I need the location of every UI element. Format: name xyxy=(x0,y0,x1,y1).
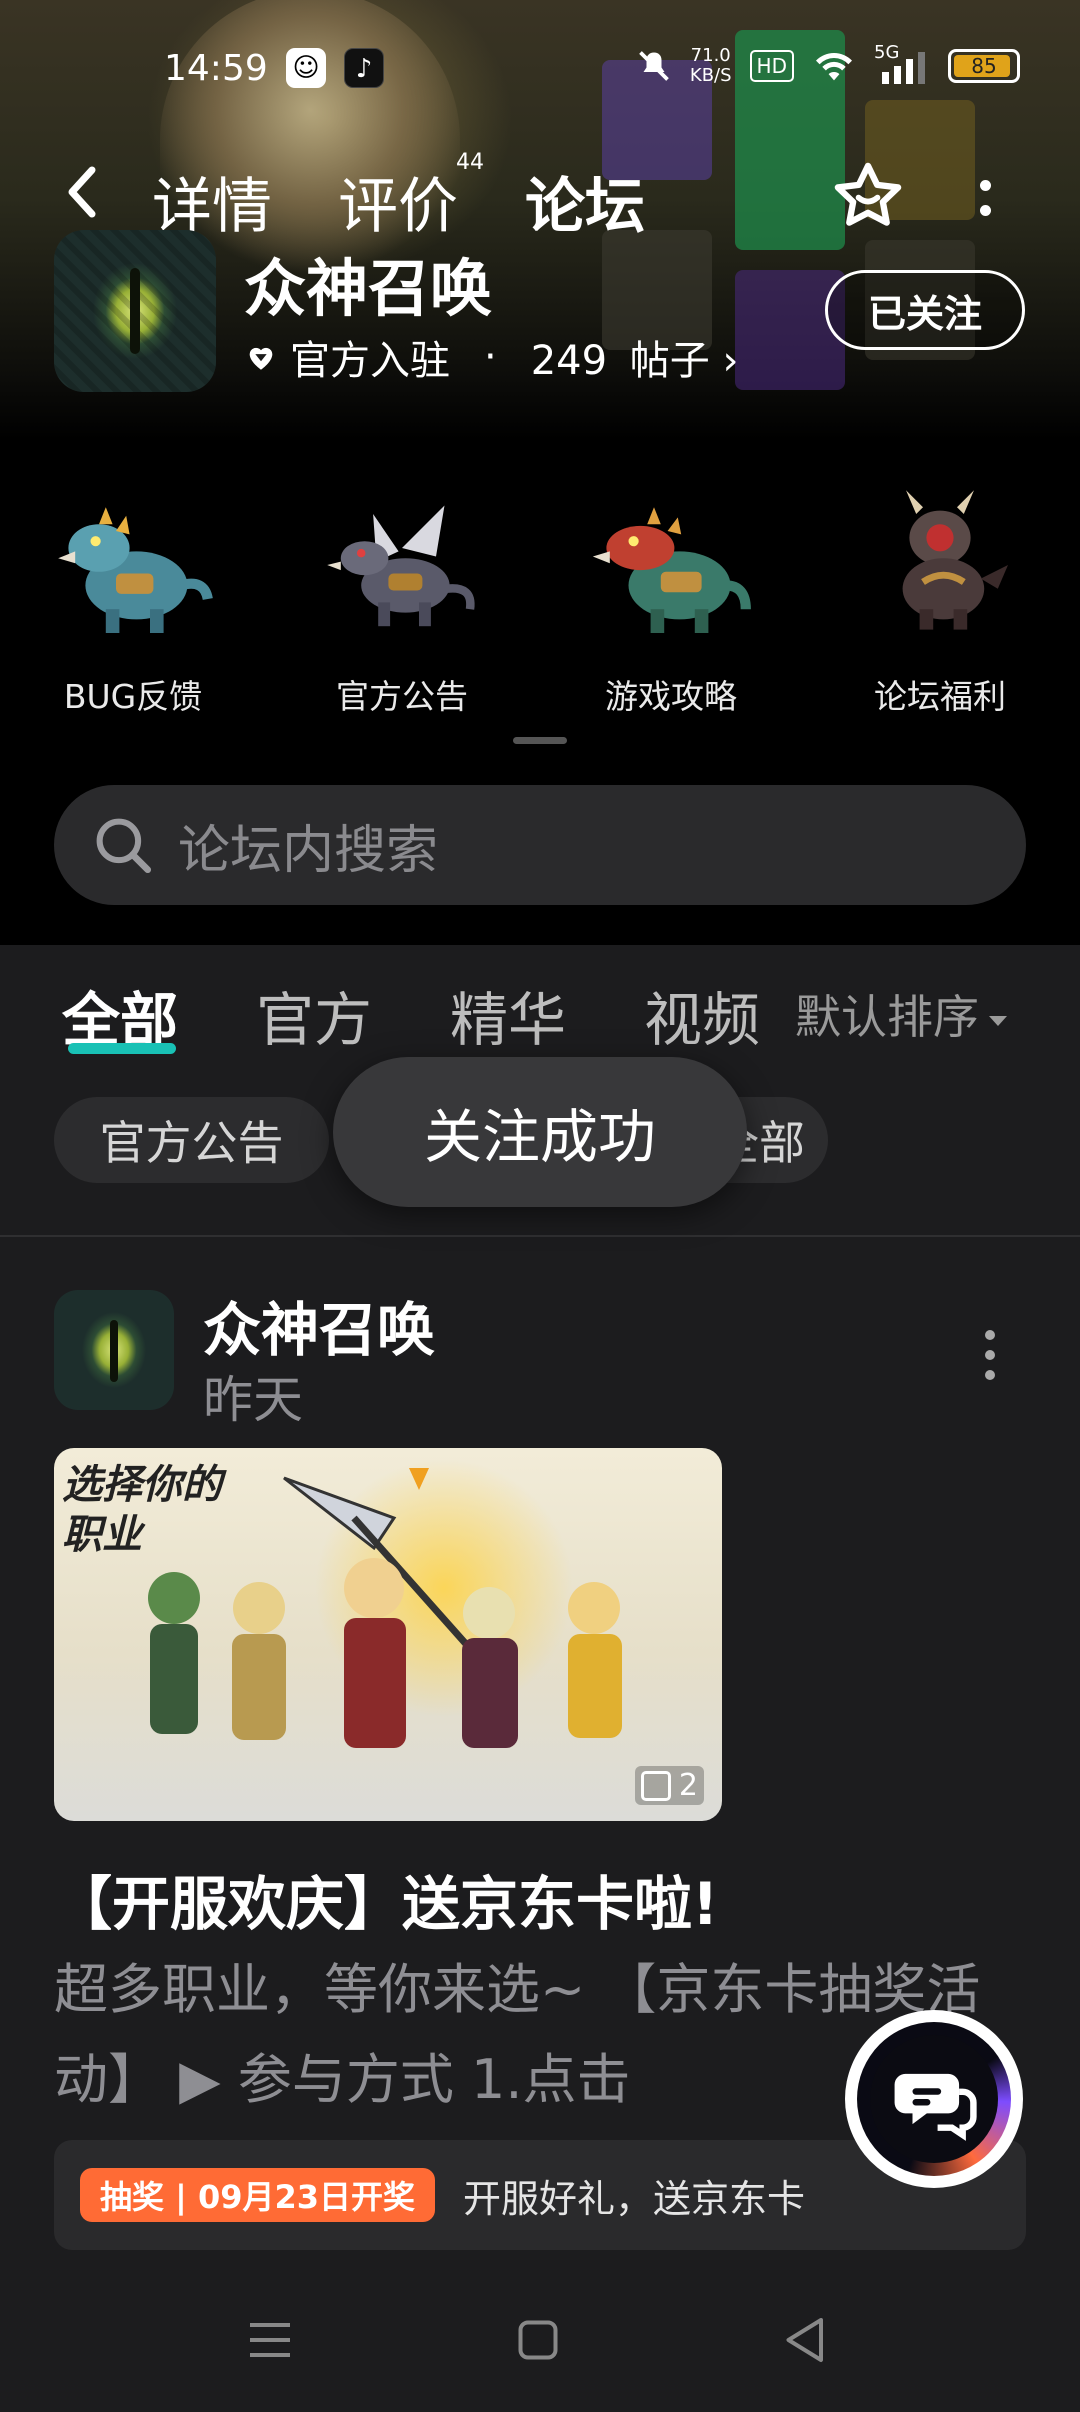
lottery-text: 开服好礼，送京东卡 xyxy=(463,2176,806,2221)
category-bug-feedback[interactable]: BUG反馈 xyxy=(23,480,243,718)
category-label: 官方公告 xyxy=(336,677,468,716)
back-button[interactable] xyxy=(62,162,118,232)
category-announcements[interactable]: 官方公告 xyxy=(292,480,512,718)
qq-icon: ☺ xyxy=(286,48,326,88)
divider xyxy=(0,1235,1080,1237)
post-unit: 帖子 xyxy=(629,338,710,384)
battery-icon: 85 xyxy=(948,49,1020,83)
chip-official-announcements[interactable]: 官方公告 xyxy=(54,1097,329,1183)
more-options-button[interactable] xyxy=(965,168,1005,228)
dragon-red-icon xyxy=(586,480,756,650)
net-speed: 71.0 KB/S xyxy=(690,46,732,86)
follow-button[interactable]: 已关注 xyxy=(825,270,1025,350)
sort-label: 默认排序 xyxy=(795,990,979,1044)
forum-search-input[interactable]: 论坛内搜索 xyxy=(54,785,1026,905)
game-meta: 官方入驻 · 249 帖子 › xyxy=(244,328,739,386)
chevron-right-icon: › xyxy=(722,338,739,384)
tab-forum-label: 论坛 xyxy=(525,172,645,242)
filter-tab-official[interactable]: 官方 xyxy=(256,973,372,1057)
filter-tab-featured[interactable]: 精华 xyxy=(450,973,566,1057)
wifi-icon xyxy=(816,53,852,81)
category-label: 游戏攻略 xyxy=(605,677,737,716)
post-title[interactable]: 【开服欢庆】送京东卡啦! xyxy=(54,1857,718,1941)
tab-reviews[interactable]: 评价 44 xyxy=(338,150,484,245)
image-count-badge: 2 xyxy=(634,1766,704,1805)
category-label: 论坛福利 xyxy=(874,677,1006,716)
tiktok-icon: ♪ xyxy=(344,48,384,88)
demon-knight-icon xyxy=(855,480,1025,650)
category-scroll-indicator xyxy=(513,737,567,744)
post-more-button[interactable] xyxy=(975,1325,1005,1385)
image-count: 2 xyxy=(678,1768,698,1803)
back-triangle-icon[interactable] xyxy=(776,2310,836,2370)
forum-header: 14:59 ☺ ♪ 71.0 KB/S HD 5G 85 详情 评价 44 论坛… xyxy=(0,0,1080,945)
official-label: 官方入驻 xyxy=(290,338,450,384)
post-time: 昨天 xyxy=(203,1371,303,1429)
chat-bubble-icon xyxy=(894,2073,977,2141)
caret-down-icon xyxy=(989,1015,1007,1026)
signal-label: 5G xyxy=(874,42,900,63)
tab-forum[interactable]: 论坛 xyxy=(525,158,645,245)
forum-content: 全部 官方 精华 视频 默认排序 官方公告 全部 关注成功 众神召唤 昨天 选择… xyxy=(0,945,1080,2412)
category-label: BUG反馈 xyxy=(63,677,203,716)
system-navigation-bar xyxy=(0,2290,1080,2390)
filter-tab-indicator xyxy=(68,1043,176,1054)
review-count-badge: 44 xyxy=(456,150,484,175)
meta-separator: · xyxy=(484,334,497,380)
post-count: 249 xyxy=(530,338,608,384)
star-icon xyxy=(834,162,902,226)
mute-icon xyxy=(639,51,669,81)
home-icon[interactable] xyxy=(508,2310,568,2370)
category-row: BUG反馈 官方公告 游戏攻略 论坛福利 xyxy=(0,480,1080,720)
status-bar: 14:59 ☺ ♪ 71.0 KB/S HD 5G 85 xyxy=(0,38,1080,98)
post-author-avatar[interactable] xyxy=(54,1290,174,1410)
back-arrow-icon xyxy=(68,166,96,218)
search-placeholder: 论坛内搜索 xyxy=(178,820,439,881)
hd-badge: HD xyxy=(749,50,794,82)
post-count-link[interactable]: 249 帖子 › xyxy=(531,328,739,386)
new-post-fab[interactable] xyxy=(845,2010,1023,2188)
official-heart-icon xyxy=(249,347,273,370)
game-title: 众神召唤 xyxy=(244,252,493,325)
status-time: 14:59 xyxy=(164,48,268,89)
sort-dropdown[interactable]: 默认排序 xyxy=(795,981,1007,1047)
signal-icon: 5G xyxy=(874,42,930,84)
image-icon xyxy=(640,1770,671,1801)
favorite-button[interactable] xyxy=(830,158,906,234)
dragon-teal-icon xyxy=(48,480,218,650)
battery-level: 85 xyxy=(971,54,997,78)
search-icon xyxy=(96,818,152,874)
category-forum-benefits[interactable]: 论坛福利 xyxy=(830,480,1050,718)
characters-illustration xyxy=(148,1468,622,1748)
category-guides[interactable]: 游戏攻略 xyxy=(561,480,781,718)
post-author-name[interactable]: 众神召唤 xyxy=(203,1283,435,1367)
game-icon xyxy=(54,230,216,392)
net-speed-value: 71.0 xyxy=(690,45,731,66)
post-image[interactable]: 选择你的 职业 2 xyxy=(54,1448,722,1821)
menu-icon[interactable] xyxy=(240,2310,300,2370)
filter-tab-video[interactable]: 视频 xyxy=(644,973,762,1057)
dragon-winged-icon xyxy=(317,480,487,650)
lottery-tag: 抽奖 | 09月23日开奖 xyxy=(80,2168,436,2222)
tab-reviews-label: 评价 xyxy=(338,172,458,242)
net-speed-unit: KB/S xyxy=(689,65,732,86)
toast-message: 关注成功 xyxy=(333,1057,747,1207)
